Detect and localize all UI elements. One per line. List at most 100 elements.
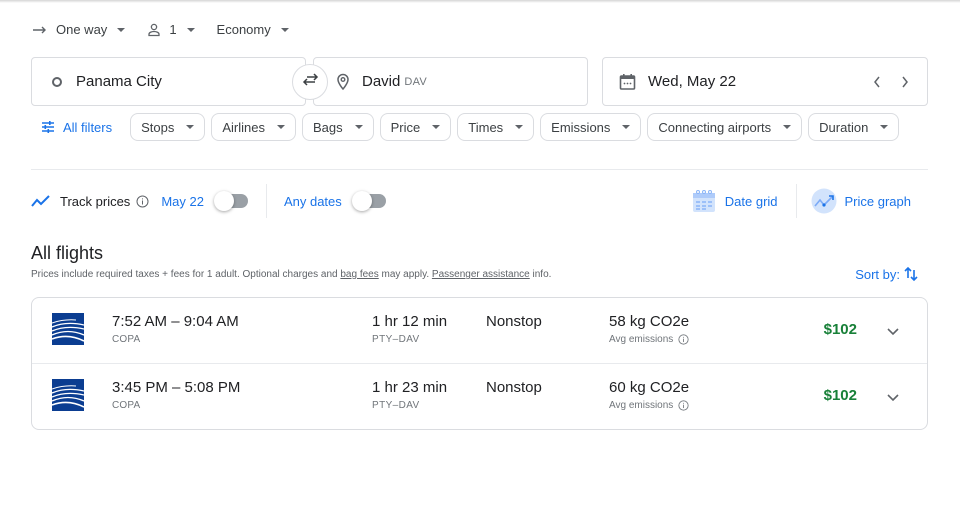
top-shadow <box>0 0 960 3</box>
flight-emissions: 60 kg CO2e <box>609 379 690 396</box>
emissions-note-label: Avg emissions <box>609 334 674 345</box>
next-date-button[interactable] <box>891 75 919 89</box>
caret-down-icon <box>432 125 441 129</box>
filter-chip-duration[interactable]: Duration <box>808 113 900 141</box>
date-grid-icon <box>691 188 717 214</box>
filter-chip-bags[interactable]: Bags <box>302 113 374 141</box>
chip-label: Price <box>390 119 421 135</box>
flight-row[interactable]: 7:52 AM – 9:04 AM COPA 1 hr 12 min PTY–D… <box>32 298 927 364</box>
filter-chip-airlines[interactable]: Airlines <box>211 113 296 141</box>
chip-label: Stops <box>141 119 175 135</box>
flight-stops: Nonstop <box>486 379 542 396</box>
trip-options: One way 1 Economy <box>32 22 311 37</box>
results-heading: All flights <box>31 243 104 263</box>
vertical-divider <box>795 184 797 218</box>
info-icon[interactable] <box>678 334 689 345</box>
all-filters-button[interactable]: All filters <box>31 113 122 141</box>
filter-chip-connecting-airports[interactable]: Connecting airports <box>647 113 803 141</box>
flight-duration: 1 hr 23 min <box>372 379 448 396</box>
flight-times: 7:52 AM – 9:04 AM <box>112 313 239 330</box>
caret-down-icon <box>515 125 524 129</box>
price-graph-label: Price graph <box>844 193 911 209</box>
sort-button[interactable]: Sort by: <box>855 266 918 282</box>
price-tracking-bar: Track prices May 22 Any dates Date grid … <box>31 184 928 218</box>
destination-code: DAV <box>404 75 428 88</box>
origin-circle-icon <box>50 75 64 89</box>
expand-button[interactable] <box>883 321 903 341</box>
toggle-knob <box>351 191 372 211</box>
bag-fees-link[interactable]: bag fees <box>340 269 378 280</box>
note-text: may apply. <box>378 269 432 280</box>
flight-row[interactable]: 3:45 PM – 5:08 PM COPA 1 hr 23 min PTY–D… <box>32 364 927 429</box>
all-filters-label: All filters <box>63 119 113 135</box>
date-grid-label: Date grid <box>724 193 778 209</box>
origin-value: Panama City <box>76 73 162 90</box>
track-date-toggle[interactable] <box>213 191 248 211</box>
price-graph-icon <box>811 188 837 214</box>
sort-label: Sort by: <box>855 266 900 282</box>
price-graph-button[interactable]: Price graph <box>811 188 911 214</box>
emissions-note: Avg emissions <box>609 334 689 345</box>
trip-type-label: One way <box>56 22 108 37</box>
track-prices-label: Track prices <box>60 193 131 209</box>
filter-chip-stops[interactable]: Stops <box>130 113 206 141</box>
chip-label: Connecting airports <box>658 119 772 135</box>
calendar-icon <box>619 73 636 91</box>
chip-label: Duration <box>819 119 869 135</box>
filter-chip-emissions[interactable]: Emissions <box>540 113 642 141</box>
cabin-class-select[interactable]: Economy <box>217 22 289 37</box>
swap-button[interactable] <box>292 64 328 100</box>
view-tools: Date grid Price graph <box>691 184 911 218</box>
flight-duration: 1 hr 12 min <box>372 313 448 330</box>
info-icon[interactable] <box>678 400 689 411</box>
caret-down-icon <box>622 125 631 129</box>
chevron-down-icon <box>887 394 899 402</box>
any-dates-label: Any dates <box>283 193 342 209</box>
filter-chip-price[interactable]: Price <box>379 113 452 141</box>
pricing-note: Prices include required taxes + fees for… <box>31 269 551 280</box>
airline-name: COPA <box>112 400 141 411</box>
flight-route: PTY–DAV <box>372 400 420 411</box>
emissions-note-label: Avg emissions <box>609 400 674 411</box>
caret-down-icon <box>186 125 195 129</box>
origin-field[interactable]: Panama City <box>31 57 306 106</box>
caret-down-icon <box>186 27 195 32</box>
caret-down-icon <box>880 125 889 129</box>
copa-airlines-logo <box>51 379 85 411</box>
flight-stops: Nonstop <box>486 313 542 330</box>
passenger-assistance-link[interactable]: Passenger assistance <box>432 269 530 280</box>
previous-date-button[interactable] <box>863 75 891 89</box>
sort-arrows-icon <box>904 266 918 282</box>
info-icon[interactable] <box>136 195 149 208</box>
toggle-knob <box>213 191 234 211</box>
caret-down-icon <box>783 125 792 129</box>
departure-date-field[interactable]: Wed, May 22 <box>602 57 928 106</box>
expand-button[interactable] <box>883 387 903 407</box>
tune-icon <box>41 121 55 133</box>
flight-list: 7:52 AM – 9:04 AM COPA 1 hr 12 min PTY–D… <box>31 297 928 430</box>
caret-down-icon <box>117 27 126 32</box>
flight-times: 3:45 PM – 5:08 PM <box>112 379 241 396</box>
passengers-select[interactable]: 1 <box>147 22 195 37</box>
flight-route: PTY–DAV <box>372 334 420 345</box>
chip-label: Bags <box>313 119 343 135</box>
chevron-left-icon <box>874 76 880 87</box>
vertical-divider <box>265 184 267 218</box>
destination-field[interactable]: David DAV <box>313 57 588 106</box>
cabin-class-label: Economy <box>216 22 271 37</box>
chip-label: Emissions <box>551 119 611 135</box>
filter-bar: All filters Stops Airlines Bags Price Ti… <box>31 113 905 141</box>
person-icon <box>147 23 161 37</box>
trip-type-select[interactable]: One way <box>32 22 126 37</box>
caret-down-icon <box>280 27 289 32</box>
any-dates-toggle[interactable] <box>351 191 386 211</box>
flight-emissions: 58 kg CO2e <box>609 313 690 330</box>
filter-chip-times[interactable]: Times <box>457 113 535 141</box>
date-nav <box>863 58 919 105</box>
flight-price: $102 <box>823 387 857 404</box>
section-divider <box>31 169 928 170</box>
arrow-right-icon <box>32 25 48 35</box>
chevron-down-icon <box>887 328 899 336</box>
location-pin-icon <box>336 73 350 91</box>
date-grid-button[interactable]: Date grid <box>691 188 778 214</box>
